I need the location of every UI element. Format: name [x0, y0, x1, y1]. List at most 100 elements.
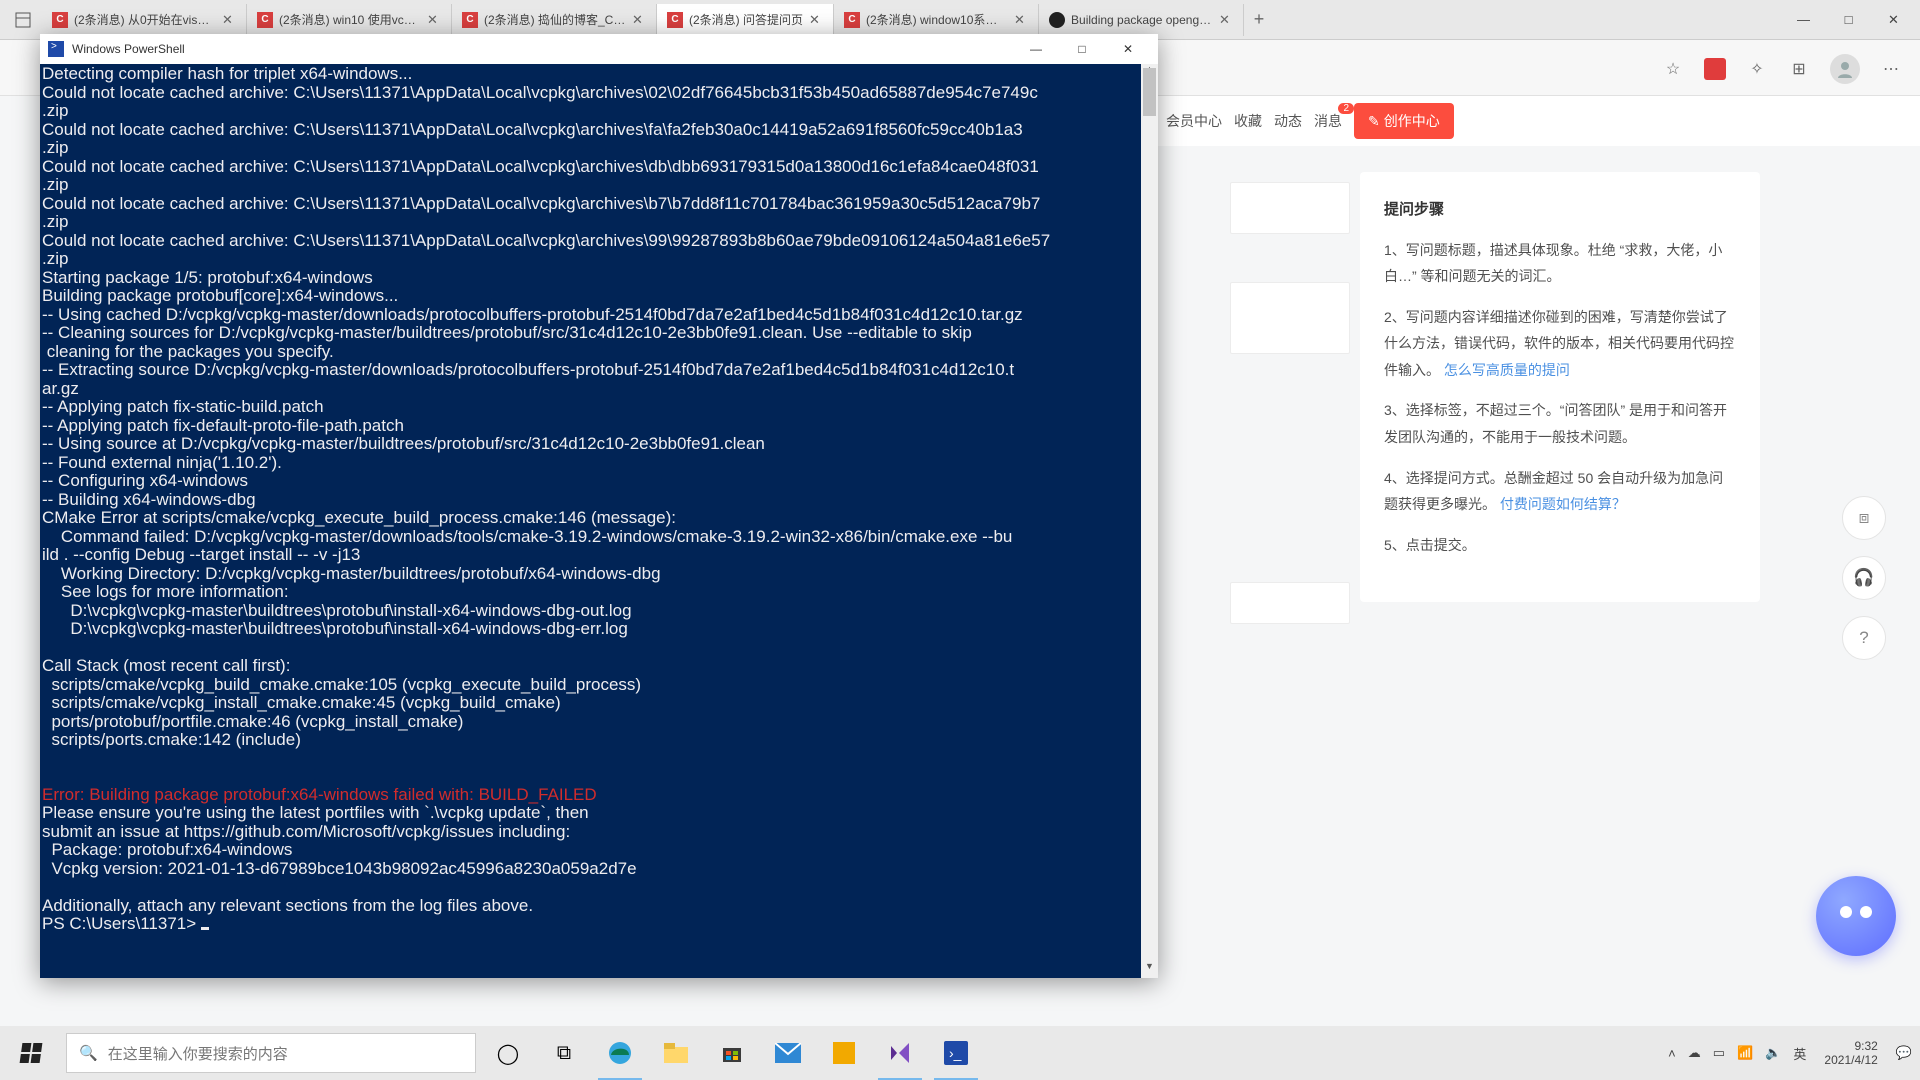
- tab-5[interactable]: C (2条消息) window10系统中 ✕: [834, 4, 1039, 36]
- ps-lines-pre: Detecting compiler hash for triplet x64-…: [42, 64, 1050, 749]
- csdn-favicon: C: [462, 12, 478, 28]
- tab-title: (2条消息) 从0开始在visual s: [74, 11, 216, 28]
- mail-icon[interactable]: [760, 1026, 816, 1080]
- header-messages-label: 消息: [1314, 113, 1342, 129]
- tab-title: (2条消息) window10系统中: [866, 11, 1008, 28]
- qr-code-button[interactable]: ⧈: [1842, 496, 1886, 540]
- close-tab-icon[interactable]: ✕: [632, 12, 646, 28]
- tab-title: (2条消息) win10 使用vcpkg: [279, 11, 421, 28]
- browser-close-button[interactable]: ✕: [1871, 5, 1916, 35]
- windows-logo-icon: [20, 1043, 43, 1063]
- header-dynamic-link[interactable]: 动态: [1274, 111, 1302, 131]
- close-tab-icon[interactable]: ✕: [1219, 12, 1233, 28]
- tab-6[interactable]: Building package opengl:x6 ✕: [1039, 4, 1244, 36]
- browser-minimize-button[interactable]: —: [1781, 5, 1826, 35]
- create-center-button[interactable]: 创作中心: [1354, 103, 1454, 139]
- visual-studio-icon[interactable]: [872, 1026, 928, 1080]
- tip-2-link[interactable]: 怎么写高质量的提问: [1444, 362, 1570, 378]
- tip-1: 1、写问题标题，描述具体现象。杜绝 “求救，大佬，小白…” 等和问题无关的词汇。: [1384, 237, 1736, 290]
- form-title-input[interactable]: [1230, 182, 1350, 234]
- new-tab-button[interactable]: +: [1244, 9, 1274, 30]
- task-view-icon[interactable]: ⧉: [536, 1026, 592, 1080]
- tray-time: 9:32: [1824, 1039, 1877, 1053]
- tip-4: 4、选择提问方式。总酬金超过 50 会自动升级为加急问题获得更多曝光。 付费问题…: [1384, 465, 1736, 518]
- ps-maximize-button[interactable]: □: [1060, 35, 1104, 63]
- close-tab-icon[interactable]: ✕: [1014, 12, 1028, 28]
- search-icon: 🔍: [79, 1044, 98, 1062]
- profile-avatar[interactable]: [1830, 54, 1860, 84]
- tab-2[interactable]: C (2条消息) win10 使用vcpkg ✕: [247, 4, 452, 36]
- close-tab-icon[interactable]: ✕: [427, 12, 441, 28]
- tip-4-link[interactable]: 付费问题如何结算？: [1500, 496, 1626, 512]
- adblock-icon[interactable]: [1704, 58, 1726, 80]
- csdn-favicon: C: [667, 12, 683, 28]
- tab-1[interactable]: C (2条消息) 从0开始在visual s ✕: [42, 4, 247, 36]
- csdn-favicon: C: [257, 12, 273, 28]
- ps-cursor: [201, 927, 209, 930]
- header-favorites-link[interactable]: 收藏: [1234, 111, 1262, 131]
- support-button[interactable]: 🎧: [1842, 556, 1886, 600]
- tab-3[interactable]: C (2条消息) 捣仙的博客_CSDN ✕: [452, 4, 657, 36]
- help-button[interactable]: ?: [1842, 616, 1886, 660]
- github-favicon: [1049, 12, 1065, 28]
- action-center-icon[interactable]: 💬: [1896, 1045, 1912, 1061]
- tip-5: 5、点击提交。: [1384, 532, 1736, 559]
- tray-wifi-icon[interactable]: 📶: [1737, 1045, 1753, 1061]
- browser-maximize-button[interactable]: □: [1826, 5, 1871, 35]
- powershell-window: Windows PowerShell — □ ✕ Detecting compi…: [40, 34, 1158, 978]
- assistant-bot-float[interactable]: [1816, 876, 1896, 956]
- taskbar-search[interactable]: 🔍 在这里输入你要搜索的内容: [66, 1033, 476, 1073]
- edge-icon[interactable]: [592, 1026, 648, 1080]
- create-center-label: 创作中心: [1384, 111, 1440, 131]
- favorites-star-icon[interactable]: ☆: [1662, 58, 1684, 80]
- ps-minimize-button[interactable]: —: [1014, 35, 1058, 63]
- close-tab-icon[interactable]: ✕: [222, 12, 236, 28]
- system-tray: ˄ ☁ ▭ 📶 🔈 英 9:32 2021/4/12 💬: [1668, 1039, 1920, 1068]
- tab-actions-icon[interactable]: [12, 9, 34, 31]
- close-tab-icon[interactable]: ✕: [809, 12, 823, 28]
- ps-scrollbar[interactable]: ▲ ▼: [1141, 64, 1158, 978]
- ps-error-line: Error: Building package protobuf:x64-win…: [42, 785, 597, 804]
- svg-text:›_: ›_: [949, 1045, 962, 1061]
- powershell-taskbar-icon[interactable]: ›_: [928, 1026, 984, 1080]
- form-tags-input[interactable]: [1230, 582, 1350, 624]
- tip-3: 3、选择标签，不超过三个。“问答团队” 是用于和问答开发团队沟通的，不能用于一般…: [1384, 397, 1736, 450]
- microsoft-store-icon[interactable]: [704, 1026, 760, 1080]
- ps-close-button[interactable]: ✕: [1106, 35, 1150, 63]
- ps-lines-post: Please ensure you're using the latest po…: [42, 803, 637, 933]
- windows-taskbar: 🔍 在这里输入你要搜索的内容 ◯ ⧉ ›_ ˄ ☁ ▭ 📶 🔈 英 9:32 2…: [0, 1026, 1920, 1080]
- scroll-thumb[interactable]: [1143, 68, 1156, 116]
- powershell-output[interactable]: Detecting compiler hash for triplet x64-…: [40, 64, 1141, 978]
- collections-icon[interactable]: ✧: [1746, 58, 1768, 80]
- form-body-input[interactable]: [1230, 282, 1350, 354]
- tray-volume-icon[interactable]: 🔈: [1765, 1045, 1781, 1061]
- cortana-icon[interactable]: ◯: [480, 1026, 536, 1080]
- tray-onedrive-icon[interactable]: ☁: [1688, 1045, 1701, 1061]
- tab-title: (2条消息) 问答提问页: [689, 11, 803, 28]
- tab-4-active[interactable]: C (2条消息) 问答提问页 ✕: [657, 4, 834, 36]
- tab-title: (2条消息) 捣仙的博客_CSDN: [484, 11, 626, 28]
- tray-chevron-up-icon[interactable]: ˄: [1668, 1046, 1676, 1061]
- powershell-icon: [48, 41, 64, 57]
- taskbar-search-placeholder: 在这里输入你要搜索的内容: [108, 1043, 288, 1064]
- tab-title: Building package opengl:x6: [1071, 13, 1213, 27]
- file-explorer-icon[interactable]: [648, 1026, 704, 1080]
- csdn-favicon: C: [844, 12, 860, 28]
- header-member-link[interactable]: 会员中心: [1166, 111, 1222, 131]
- tray-battery-icon[interactable]: ▭: [1713, 1045, 1725, 1061]
- powershell-title-text: Windows PowerShell: [72, 42, 185, 56]
- messages-badge: 2: [1338, 103, 1354, 114]
- tray-ime-indicator[interactable]: 英: [1793, 1044, 1806, 1063]
- start-button[interactable]: [0, 1026, 62, 1080]
- scroll-down-arrow[interactable]: ▼: [1141, 961, 1158, 978]
- browser-window-controls: — □ ✕: [1781, 5, 1916, 35]
- tray-date: 2021/4/12: [1824, 1053, 1877, 1067]
- taskbar-pinned-apps: ◯ ⧉ ›_: [480, 1026, 984, 1080]
- app-icon-yellow[interactable]: [816, 1026, 872, 1080]
- more-menu-icon[interactable]: ⋯: [1880, 58, 1902, 80]
- extensions-icon[interactable]: ⊞: [1788, 58, 1810, 80]
- ask-steps-card: 提问步骤 1、写问题标题，描述具体现象。杜绝 “求救，大佬，小白…” 等和问题无…: [1360, 172, 1760, 602]
- powershell-titlebar[interactable]: Windows PowerShell — □ ✕: [40, 34, 1158, 64]
- header-messages-link[interactable]: 消息 2: [1314, 111, 1342, 131]
- tray-clock[interactable]: 9:32 2021/4/12: [1824, 1039, 1877, 1068]
